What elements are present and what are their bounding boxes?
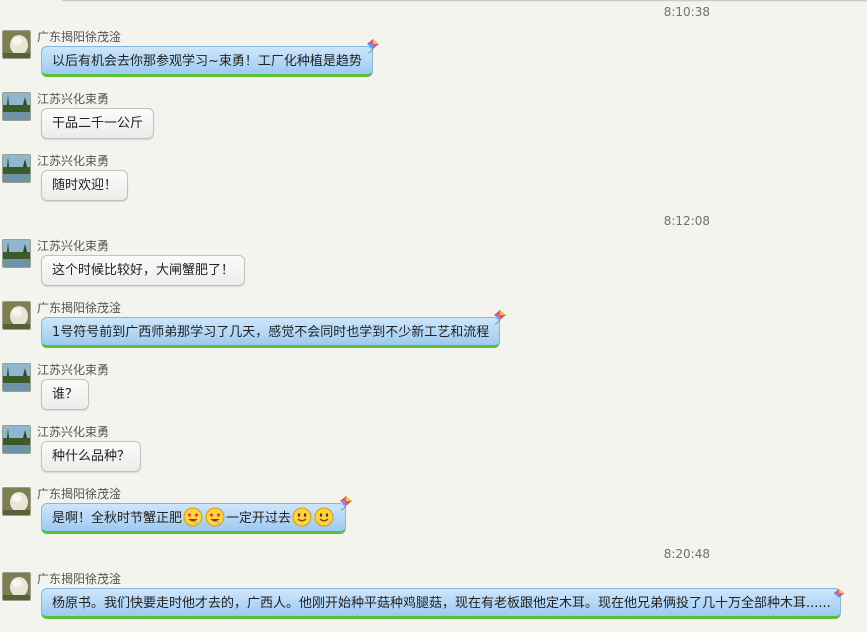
message-bubble[interactable]: 是啊！全秋时节蟹正肥 一定开过去 (41, 496, 353, 534)
message-bubble[interactable]: 随时欢迎！ (41, 170, 129, 201)
sender-name: 广东揭阳徐茂淦 (37, 301, 122, 315)
message-text: 以后有机会去你那参观学习~束勇！工厂化种植是趋势 (52, 54, 362, 69)
avatar-jiangsu[interactable] (2, 425, 31, 454)
avatar-jiangsu[interactable] (2, 92, 31, 121)
timestamp: 8:10:38 (663, 5, 710, 19)
message-text: 谁？ (52, 387, 79, 402)
top-divider (62, 0, 867, 2)
message-text: 干品二千一公斤 (52, 116, 144, 131)
message-text: 随时欢迎！ (52, 178, 118, 193)
sender-name: 广东揭阳徐茂淦 (37, 487, 122, 501)
avatar-jiangsu[interactable] (2, 363, 31, 392)
chat-history-pane[interactable]: 8:10:38 广东揭阳徐茂淦 以后有机会去你那参观学习~束勇！工厂化种植是趋势… (0, 0, 867, 632)
message-bubble[interactable]: 以后有机会去你那参观学习~束勇！工厂化种植是趋势 (41, 39, 379, 77)
kite-icon (494, 310, 507, 325)
kite-icon (366, 39, 379, 54)
sender-name: 江苏兴化束勇 (37, 239, 110, 253)
smiling-face-emoji (292, 507, 312, 527)
avatar-jiangsu[interactable] (2, 154, 31, 183)
drooling-face-emoji (183, 507, 203, 527)
message-bubble[interactable]: 1号符号前到广西师弟那学习了几天，感觉不会同时也学到不少新工艺和流程 (41, 310, 507, 348)
message-bubble[interactable]: 种什么品种？ (41, 441, 142, 472)
message-bubble[interactable]: 这个时候比较好，大闸蟹肥了！ (41, 255, 246, 286)
message-bubble[interactable]: 杨原书。我们快要走时他才去的，广西人。他刚开始种平菇种鸡腿菇，现在有老板跟他定木… (41, 588, 841, 619)
kite-icon (833, 588, 845, 598)
drooling-face-emoji (205, 507, 225, 527)
sender-name: 广东揭阳徐茂淦 (37, 572, 122, 586)
message-text: 是啊！全秋时节蟹正肥 (52, 511, 183, 526)
message-text: 1号符号前到广西师弟那学习了几天，感觉不会同时也学到不少新工艺和流程 (52, 325, 490, 340)
sender-name: 江苏兴化束勇 (37, 363, 110, 377)
sender-name: 广东揭阳徐茂淦 (37, 30, 122, 44)
message-text: 杨原书。我们快要走时他才去的，广西人。他刚开始种平菇种鸡腿菇，现在有老板跟他定木… (52, 596, 831, 611)
message-text: 这个时候比较好，大闸蟹肥了！ (52, 263, 235, 278)
avatar-guangdong[interactable] (2, 487, 31, 516)
sender-name: 江苏兴化束勇 (37, 92, 110, 106)
timestamp: 8:20:48 (663, 547, 710, 561)
timestamp: 8:12:08 (663, 214, 710, 228)
sender-name: 江苏兴化束勇 (37, 425, 110, 439)
message-text: 种什么品种？ (52, 449, 131, 464)
message-bubble[interactable]: 干品二千一公斤 (41, 108, 155, 139)
avatar-guangdong[interactable] (2, 301, 31, 330)
sender-name: 江苏兴化束勇 (37, 154, 110, 168)
avatar-guangdong[interactable] (2, 572, 31, 601)
avatar-guangdong[interactable] (2, 30, 31, 59)
smiling-face-emoji (314, 507, 334, 527)
avatar-jiangsu[interactable] (2, 239, 31, 268)
message-bubble[interactable]: 谁？ (41, 379, 90, 410)
kite-icon (340, 496, 353, 511)
message-text: 一定开过去 (226, 511, 292, 526)
